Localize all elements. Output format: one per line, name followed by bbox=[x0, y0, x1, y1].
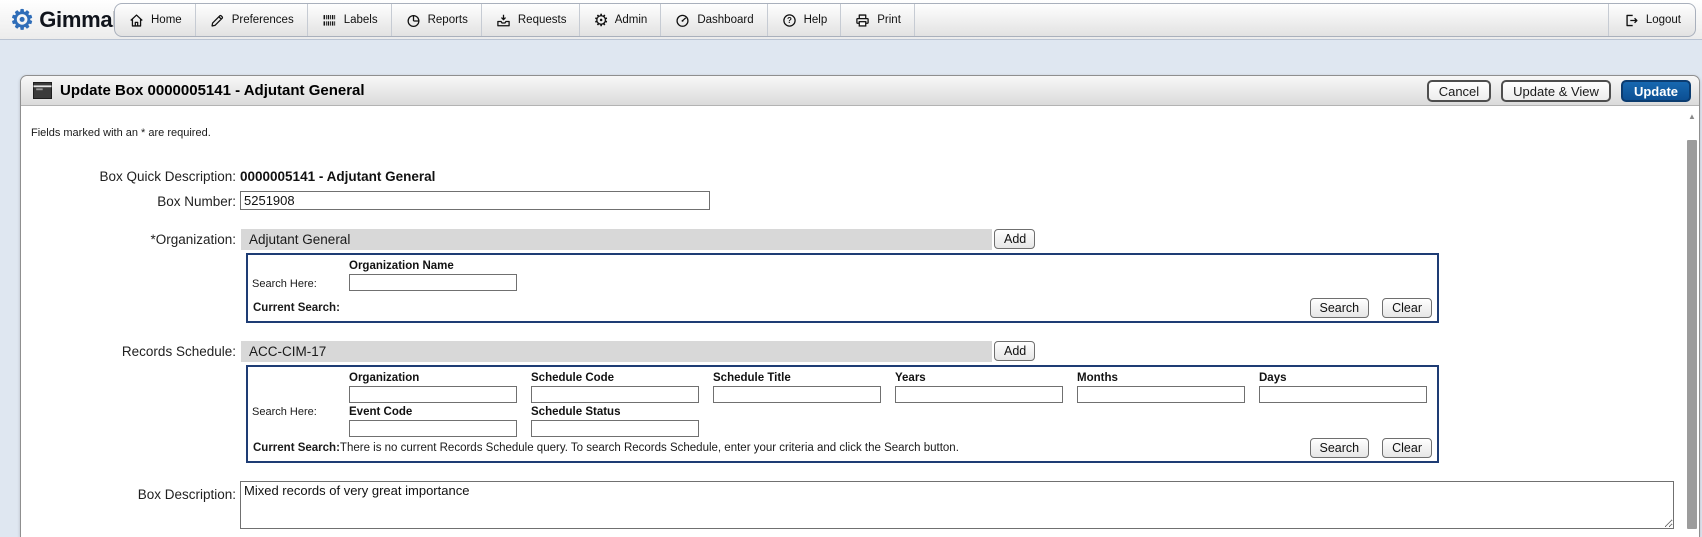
records-schedule-search-footer: Current Search: There is no current Reco… bbox=[253, 438, 1432, 458]
panel-header: Update Box 0000005141 - Adjutant General… bbox=[21, 76, 1699, 106]
years-input[interactable] bbox=[895, 386, 1063, 403]
organization-search-panel: Search Here: Organization Name Current S… bbox=[246, 253, 1439, 323]
records-schedule-value-bar: ACC-CIM-17 bbox=[241, 341, 992, 362]
gauge-icon bbox=[674, 12, 691, 29]
days-header: Days bbox=[1259, 372, 1439, 385]
organization-name-input[interactable] bbox=[349, 274, 517, 291]
records-schedule-label: Records Schedule: bbox=[21, 344, 236, 359]
event-code-input[interactable] bbox=[349, 420, 517, 437]
organization-name-header: Organization Name bbox=[349, 260, 529, 273]
toolbar-button-preferences[interactable]: Preferences bbox=[196, 4, 308, 36]
scrollbar-thumb[interactable] bbox=[1687, 140, 1697, 529]
search-column-months: Months bbox=[1077, 372, 1257, 404]
months-input[interactable] bbox=[1077, 386, 1245, 403]
toolbar-button-home[interactable]: Home bbox=[115, 4, 196, 36]
organization-search-footer: Current Search: Search Clear bbox=[253, 298, 1432, 318]
top-toolbar: ⚙ Gimmal HomePreferencesLabelsReportsReq… bbox=[0, 0, 1702, 40]
toolbar-button-admin[interactable]: ⚙Admin bbox=[580, 4, 661, 36]
box-number-label: Box Number: bbox=[21, 194, 236, 209]
organization-value-bar: Adjutant General bbox=[241, 229, 992, 250]
box-quick-description-value: 0000005141 - Adjutant General bbox=[240, 169, 435, 184]
records-schedule-search-panel: Search Here: OrganizationSchedule CodeSc… bbox=[246, 365, 1439, 463]
panel-title: Update Box 0000005141 - Adjutant General bbox=[60, 82, 365, 99]
records-schedule-current-search-label: Current Search: bbox=[253, 442, 340, 454]
organization-current-search-label: Current Search: bbox=[253, 302, 340, 314]
schedule-title-header: Schedule Title bbox=[713, 372, 893, 385]
box-number-input[interactable] bbox=[240, 191, 710, 210]
organization-label: *Organization: bbox=[21, 232, 236, 247]
records-schedule-clear-button[interactable]: Clear bbox=[1382, 438, 1432, 458]
update-view-button[interactable]: Update & View bbox=[1501, 80, 1611, 102]
organization-add-button[interactable]: Add bbox=[994, 229, 1035, 249]
gear-icon: ⚙ bbox=[593, 12, 608, 29]
scroll-up-arrow-icon[interactable]: ▲ bbox=[1686, 110, 1698, 124]
toolbar-button-dashboard[interactable]: Dashboard bbox=[661, 4, 767, 36]
records-schedule-search-button[interactable]: Search bbox=[1310, 438, 1370, 458]
logout-icon bbox=[1623, 12, 1640, 29]
pencil-icon bbox=[209, 12, 226, 29]
update-button[interactable]: Update bbox=[1621, 80, 1691, 102]
box-description-textarea[interactable]: Mixed records of very great importance bbox=[240, 481, 1674, 529]
brand-name: Gimmal bbox=[39, 7, 118, 33]
organization-search-button[interactable]: Search bbox=[1310, 298, 1370, 318]
records-schedule-add-button[interactable]: Add bbox=[994, 341, 1035, 361]
barcode-icon bbox=[321, 12, 338, 29]
box-quick-description-label: Box Quick Description: bbox=[21, 169, 236, 184]
cancel-button[interactable]: Cancel bbox=[1427, 80, 1491, 102]
schedule-code-input[interactable] bbox=[531, 386, 699, 403]
search-column-schedule-title: Schedule Title bbox=[713, 372, 893, 404]
search-column-schedule-status: Schedule Status bbox=[531, 406, 711, 438]
panel-actions: Cancel Update & View Update bbox=[1427, 80, 1691, 102]
svg-text:?: ? bbox=[787, 16, 792, 25]
toolbar-button-reports[interactable]: Reports bbox=[392, 4, 482, 36]
records-schedule-current-search-text: There is no current Records Schedule que… bbox=[340, 442, 959, 454]
years-header: Years bbox=[895, 372, 1075, 385]
toolbar-button-requests[interactable]: Requests bbox=[482, 4, 581, 36]
panel-body: Fields marked with an * are required. Bo… bbox=[21, 107, 1699, 537]
schedule-code-header: Schedule Code bbox=[531, 372, 711, 385]
schedule-title-input[interactable] bbox=[713, 386, 881, 403]
pie-chart-icon bbox=[405, 12, 422, 29]
search-column-organization-name: Organization Name bbox=[349, 260, 529, 292]
vertical-scrollbar[interactable]: ▲ bbox=[1686, 110, 1698, 537]
search-column-event-code: Event Code bbox=[349, 406, 529, 438]
printer-icon bbox=[854, 12, 871, 29]
event-code-header: Event Code bbox=[349, 406, 529, 419]
search-column-organization: Organization bbox=[349, 372, 529, 404]
organization-clear-button[interactable]: Clear bbox=[1382, 298, 1432, 318]
toolbar-navbar: HomePreferencesLabelsReportsRequests⚙Adm… bbox=[114, 3, 1696, 37]
search-column-years: Years bbox=[895, 372, 1075, 404]
help-icon: ? bbox=[781, 12, 798, 29]
records-schedule-search-here-label: Search Here: bbox=[252, 406, 317, 418]
schedule-status-header: Schedule Status bbox=[531, 406, 711, 419]
toolbar-button-labels[interactable]: Labels bbox=[308, 4, 392, 36]
organization-search-here-label: Search Here: bbox=[252, 278, 317, 290]
logout-label: Logout bbox=[1646, 14, 1681, 26]
schedule-status-input[interactable] bbox=[531, 420, 699, 437]
organization-header: Organization bbox=[349, 372, 529, 385]
home-icon bbox=[128, 12, 145, 29]
logout-button[interactable]: Logout bbox=[1608, 4, 1695, 36]
toolbar-button-help[interactable]: ?Help bbox=[768, 4, 842, 36]
search-column-days: Days bbox=[1259, 372, 1439, 404]
box-icon bbox=[33, 82, 52, 99]
months-header: Months bbox=[1077, 372, 1257, 385]
inbox-icon bbox=[495, 12, 512, 29]
days-input[interactable] bbox=[1259, 386, 1427, 403]
gimmal-logo: ⚙ Gimmal bbox=[10, 0, 118, 40]
gimmal-gear-icon: ⚙ bbox=[10, 7, 34, 34]
required-note: Fields marked with an * are required. bbox=[31, 127, 211, 139]
organization-input[interactable] bbox=[349, 386, 517, 403]
toolbar-nav: HomePreferencesLabelsReportsRequests⚙Adm… bbox=[115, 4, 915, 36]
toolbar-button-print[interactable]: Print bbox=[841, 4, 915, 36]
search-column-schedule-code: Schedule Code bbox=[531, 372, 711, 404]
box-description-label: Box Description: bbox=[21, 487, 236, 502]
update-box-panel: Update Box 0000005141 - Adjutant General… bbox=[20, 75, 1700, 537]
